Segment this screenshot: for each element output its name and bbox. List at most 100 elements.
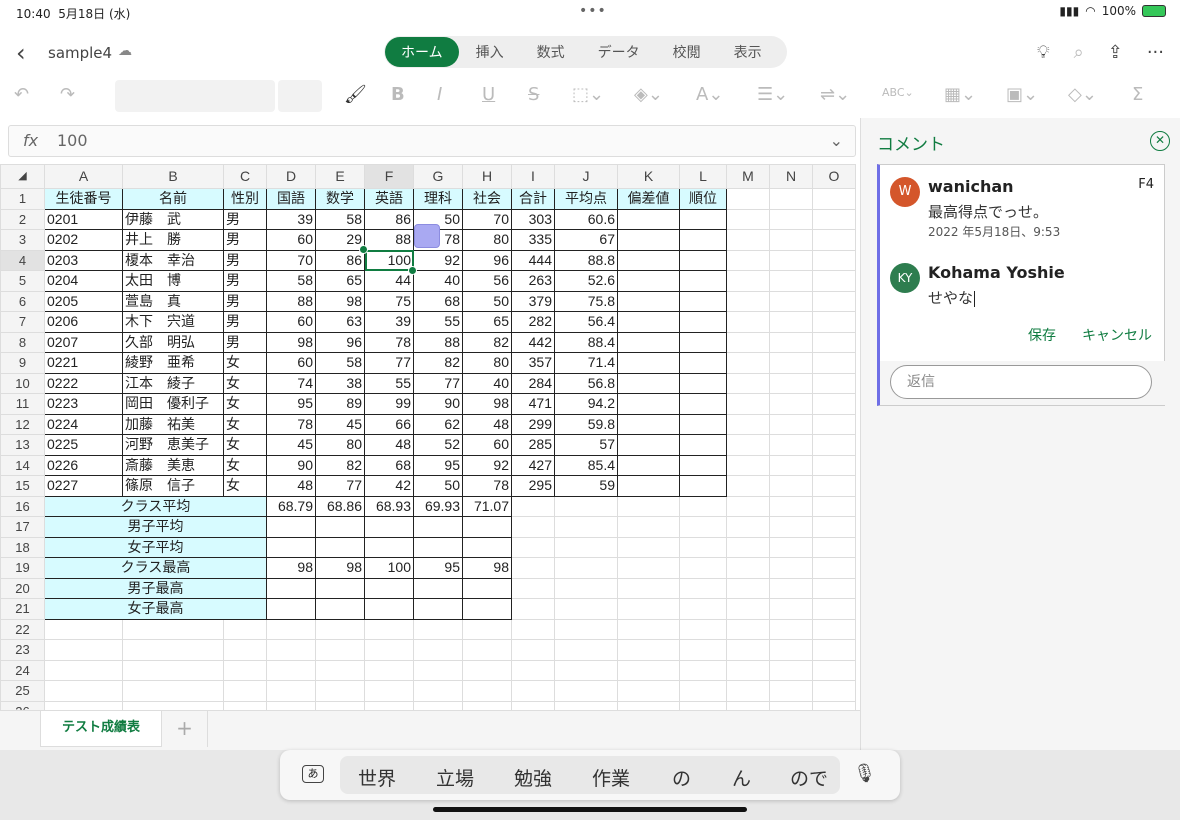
cell[interactable] (726, 475, 770, 497)
cell[interactable] (726, 577, 770, 599)
cell[interactable] (812, 393, 856, 415)
summary-cell[interactable]: 69.93 (413, 495, 463, 517)
data-cell[interactable]: 68 (364, 454, 414, 476)
cell[interactable] (726, 557, 770, 579)
data-cell[interactable]: 女 (223, 352, 267, 374)
data-cell[interactable]: 77 (315, 475, 365, 497)
cell[interactable] (769, 577, 813, 599)
cell[interactable] (44, 618, 123, 640)
row-header[interactable]: 13 (0, 434, 45, 456)
data-cell[interactable]: 60 (266, 311, 316, 333)
data-cell[interactable]: 96 (315, 331, 365, 353)
header-cell[interactable]: 性別 (223, 188, 267, 210)
sheet-tab[interactable]: テスト成績表 (40, 711, 162, 747)
cell[interactable] (726, 249, 770, 271)
tab-view[interactable]: 表示 (718, 37, 778, 67)
cell[interactable] (726, 413, 770, 435)
data-cell[interactable]: 56 (462, 270, 512, 292)
cell[interactable] (554, 659, 618, 681)
data-cell[interactable]: 斎藤 美恵 (122, 454, 224, 476)
data-cell[interactable]: 45 (266, 434, 316, 456)
data-cell[interactable]: 0224 (44, 413, 123, 435)
data-cell[interactable]: 男 (223, 331, 267, 353)
summary-cell[interactable] (462, 536, 512, 558)
data-cell[interactable]: 88 (364, 229, 414, 251)
cell[interactable] (726, 639, 770, 661)
cell[interactable] (679, 270, 727, 292)
cell[interactable] (617, 229, 680, 251)
cell[interactable] (617, 680, 680, 702)
cell[interactable] (679, 229, 727, 251)
summary-cell[interactable]: 68.93 (364, 495, 414, 517)
column-header[interactable]: B (122, 164, 224, 189)
data-cell[interactable]: 299 (511, 413, 555, 435)
cell[interactable] (726, 290, 770, 312)
row-header[interactable]: 19 (0, 557, 45, 579)
data-cell[interactable]: 40 (413, 270, 463, 292)
summary-label[interactable]: クラス平均 (44, 495, 267, 517)
cell[interactable] (315, 700, 365, 710)
cell[interactable] (617, 331, 680, 353)
cell[interactable] (769, 475, 813, 497)
header-cell[interactable]: 順位 (679, 188, 727, 210)
cell[interactable] (266, 700, 316, 710)
cell[interactable] (769, 372, 813, 394)
cell[interactable] (726, 229, 770, 251)
cell[interactable] (679, 700, 727, 710)
data-cell[interactable]: 77 (413, 372, 463, 394)
data-cell[interactable]: 68 (413, 290, 463, 312)
search-icon[interactable]: ⌕ (1074, 42, 1084, 63)
cell[interactable] (679, 434, 727, 456)
data-cell[interactable]: 58 (315, 352, 365, 374)
data-cell[interactable]: 65 (315, 270, 365, 292)
selection-handle-top[interactable] (359, 245, 368, 254)
cell[interactable] (122, 618, 224, 640)
summary-cell[interactable] (315, 536, 365, 558)
suggestion[interactable]: 勉強 (514, 764, 552, 791)
cell[interactable] (769, 413, 813, 435)
summary-cell[interactable] (364, 577, 414, 599)
data-cell[interactable]: 82 (315, 454, 365, 476)
cell[interactable] (726, 536, 770, 558)
italic-icon[interactable]: I (437, 84, 442, 105)
data-cell[interactable]: 0205 (44, 290, 123, 312)
column-header[interactable]: N (769, 164, 813, 189)
spreadsheet-grid[interactable]: ◢ A B C D E F G H I J K L M N O 1 生徒番号 名前 性別 国語 数学 英語 理科 社会 合計 平均点… (0, 164, 858, 710)
row-header[interactable]: 14 (0, 454, 45, 476)
data-cell[interactable]: 335 (511, 229, 555, 251)
summary-cell[interactable] (462, 577, 512, 599)
ime-icon[interactable]: あ (302, 765, 324, 783)
cell[interactable] (44, 700, 123, 710)
column-header[interactable]: K (617, 164, 680, 189)
data-cell[interactable]: 加藤 祐美 (122, 413, 224, 435)
header-cell[interactable]: 平均点 (554, 188, 618, 210)
data-cell[interactable]: 58 (315, 208, 365, 230)
cell[interactable] (812, 270, 856, 292)
cell[interactable] (617, 557, 680, 579)
cell[interactable] (679, 249, 727, 271)
data-cell[interactable]: 0202 (44, 229, 123, 251)
cell[interactable] (617, 536, 680, 558)
cell[interactable] (617, 249, 680, 271)
summary-label[interactable]: 男子平均 (44, 516, 267, 538)
cell[interactable] (462, 639, 512, 661)
cell[interactable] (511, 516, 555, 538)
column-header[interactable]: D (266, 164, 316, 189)
cell[interactable] (315, 680, 365, 702)
suggestion[interactable]: ので (790, 764, 828, 791)
cell[interactable] (726, 331, 770, 353)
column-header[interactable]: E (315, 164, 365, 189)
cell[interactable] (223, 639, 267, 661)
data-cell[interactable]: 56.4 (554, 311, 618, 333)
cell[interactable] (617, 577, 680, 599)
cell[interactable] (122, 639, 224, 661)
cell[interactable] (617, 393, 680, 415)
cell[interactable] (679, 475, 727, 497)
data-cell[interactable]: 57 (554, 434, 618, 456)
cell[interactable] (315, 618, 365, 640)
data-cell[interactable]: 男 (223, 208, 267, 230)
data-cell[interactable]: 40 (462, 372, 512, 394)
summary-label[interactable]: 男子最高 (44, 577, 267, 599)
data-cell[interactable]: 久部 明弘 (122, 331, 224, 353)
data-cell[interactable]: 90 (413, 393, 463, 415)
